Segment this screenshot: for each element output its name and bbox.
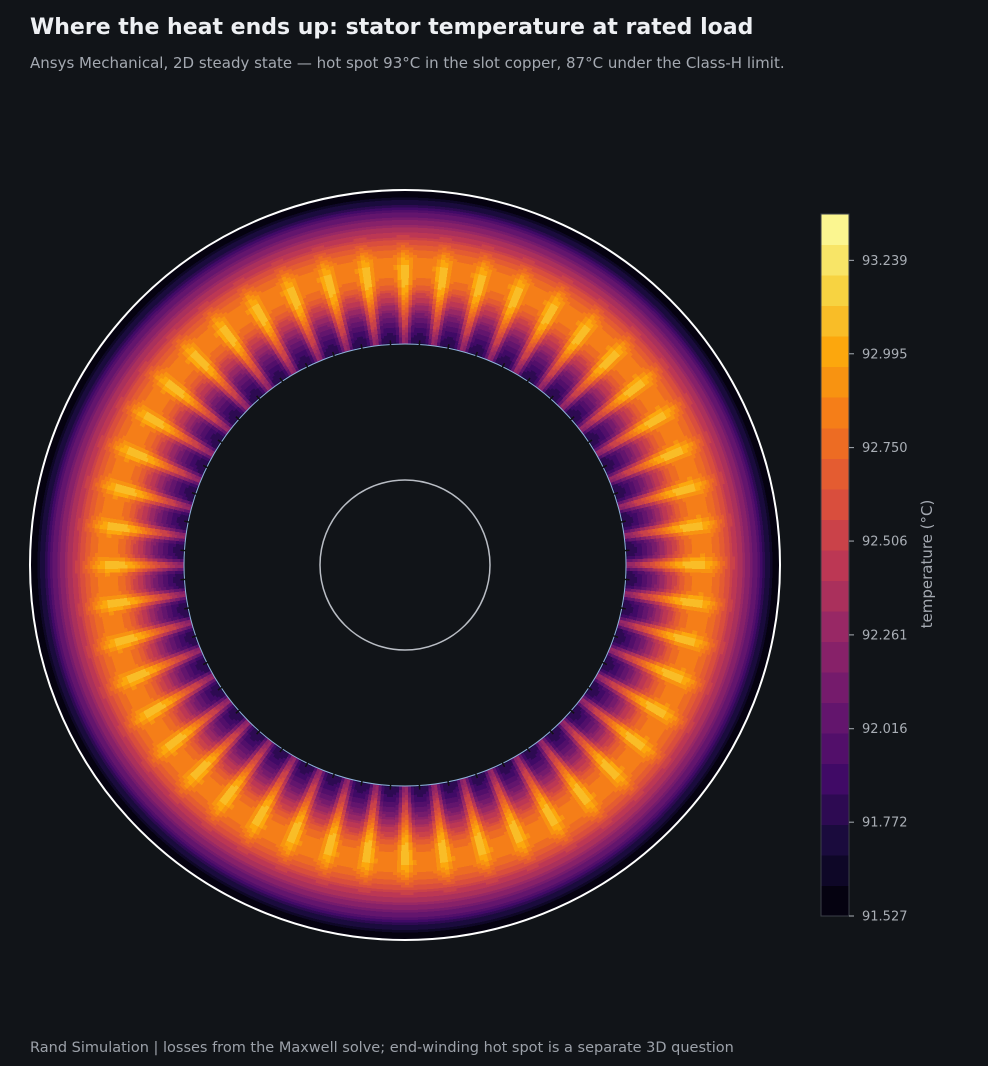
colorbar-tick-label: 91.527: [862, 910, 908, 925]
colorbar-level: [821, 458, 849, 489]
colorbar-level: [821, 367, 849, 398]
colorbar-level: [821, 428, 849, 459]
slot-opening-mark: [621, 521, 626, 522]
stator-temperature-chart: 93.239 92.995 92.750 92.506 92.261 92.016 91.7…: [0, 0, 988, 1066]
colorbar-level: [821, 550, 849, 581]
colorbar-level: [821, 855, 849, 886]
colorbar-tick-label: 92.261: [862, 628, 908, 643]
colorbar-level: [821, 489, 849, 520]
colorbar-level: [821, 763, 849, 794]
colorbar-level: [821, 336, 849, 367]
colorbar-level: [821, 214, 849, 245]
slot-opening-mark: [448, 344, 449, 349]
colorbar-level: [821, 794, 849, 825]
colorbar-level: [821, 702, 849, 733]
colorbar-level: [821, 885, 849, 916]
colorbar-level: [821, 641, 849, 672]
slot-opening-mark: [621, 608, 626, 609]
colorbar-tick-label: 91.772: [862, 816, 908, 831]
colorbar-tick-label: 93.239: [862, 254, 908, 269]
colorbar-tick-label: 92.016: [862, 722, 908, 737]
colorbar-level: [821, 672, 849, 703]
colorbar-tick-label: 92.750: [862, 441, 908, 456]
colorbar-level: [821, 306, 849, 337]
colorbar-level: [821, 519, 849, 550]
footer-note: Rand Simulation | losses from the Maxwel…: [30, 1040, 734, 1056]
colorbar-level: [821, 580, 849, 611]
bore-outline: [184, 344, 626, 786]
colorbar-level: [821, 397, 849, 428]
colorbar-level: [821, 245, 849, 276]
colorbar-label: temperature (°C): [918, 500, 936, 629]
slot-opening-mark: [448, 781, 449, 786]
colorbar-level: [821, 275, 849, 306]
slot-opening-mark: [361, 344, 362, 349]
shaft-outline: [320, 480, 490, 650]
colorbar-tick-label: 92.506: [862, 535, 908, 550]
slot-opening-mark: [361, 781, 362, 786]
colorbar-level: [821, 733, 849, 764]
colorbar: 93.239 92.995 92.750 92.506 92.261 92.016 91.7…: [821, 214, 936, 925]
slot-opening-mark: [184, 521, 189, 522]
colorbar-tick-label: 92.995: [862, 347, 908, 362]
colorbar-level: [821, 611, 849, 642]
slot-opening-mark: [184, 608, 189, 609]
colorbar-level: [821, 824, 849, 855]
